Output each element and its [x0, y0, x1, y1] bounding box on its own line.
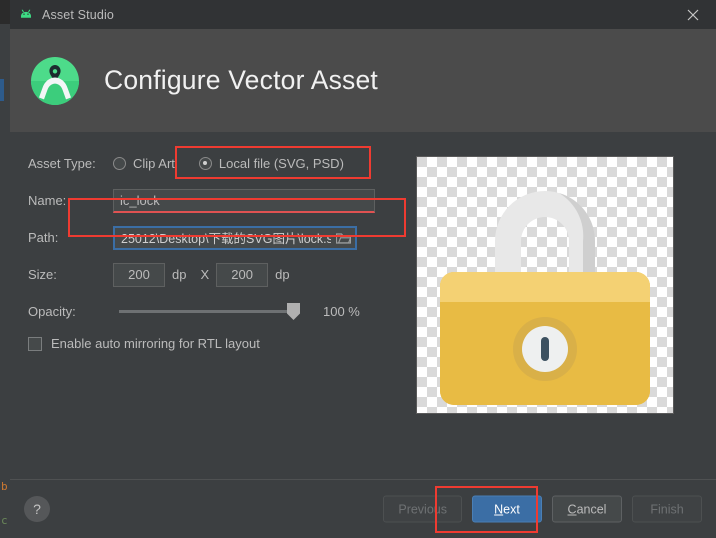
size-width-unit: dp — [172, 267, 186, 282]
page-title: Configure Vector Asset — [104, 65, 378, 96]
previous-button-label: Previous — [398, 502, 447, 516]
path-row: Path: 25012\Desktop\下载的SVG图片\lock.svg — [28, 225, 393, 250]
opacity-row: Opacity: 100 % — [28, 299, 393, 324]
android-studio-logo — [28, 54, 82, 108]
padlock-icon — [417, 157, 673, 413]
folder-icon[interactable] — [336, 231, 351, 244]
dialog-title-text: Asset Studio — [42, 8, 114, 22]
asset-type-label: Asset Type: — [28, 156, 113, 171]
name-label: Name: — [28, 193, 113, 208]
dialog-title-bar: Asset Studio — [10, 0, 716, 29]
radio-clip-art-label: Clip Art — [133, 156, 175, 171]
name-row: Name: ic_lock — [28, 188, 393, 213]
ide-code-fragment: b — [1, 481, 8, 493]
ide-rail-accent-marker — [0, 79, 4, 101]
opacity-value-label: 100 % — [323, 304, 360, 319]
close-icon[interactable] — [670, 0, 716, 29]
size-separator: X — [200, 267, 209, 282]
mirroring-row[interactable]: Enable auto mirroring for RTL layout — [28, 336, 393, 351]
size-height-input[interactable]: 200 — [216, 263, 268, 287]
radio-local-file[interactable]: Local file (SVG, PSD) — [199, 156, 344, 171]
android-icon — [18, 7, 34, 23]
ide-left-rail — [0, 24, 10, 538]
size-width-input[interactable]: 200 — [113, 263, 165, 287]
footer-button-group: Previous Next Cancel Finish — [383, 496, 702, 523]
dialog-body: Asset Type: Clip Art Local file (SVG, PS… — [10, 132, 716, 479]
size-height-value: 200 — [231, 267, 253, 282]
dialog-footer: ? Previous Next Cancel Finish — [10, 479, 716, 538]
finish-button-label: Finish — [650, 502, 683, 516]
path-label: Path: — [28, 230, 113, 245]
vector-preview-panel — [416, 156, 674, 414]
size-row: Size: 200 dp X 200 dp — [28, 262, 393, 287]
opacity-slider[interactable] — [119, 310, 295, 313]
radio-circle-selected-icon — [199, 157, 212, 170]
path-input-value: 25012\Desktop\下载的SVG图片\lock.svg — [121, 228, 331, 247]
asset-form: Asset Type: Clip Art Local file (SVG, PS… — [28, 151, 393, 351]
name-input[interactable]: ic_lock — [113, 189, 375, 213]
cancel-button-label: Cancel — [568, 502, 607, 516]
asset-studio-dialog: Asset Studio Configure Vector Asset Asse… — [10, 0, 716, 538]
path-input[interactable]: 25012\Desktop\下载的SVG图片\lock.svg — [113, 226, 357, 250]
mirroring-label: Enable auto mirroring for RTL layout — [51, 336, 260, 351]
asset-type-row: Asset Type: Clip Art Local file (SVG, PS… — [28, 151, 393, 176]
previous-button[interactable]: Previous — [383, 496, 462, 523]
radio-clip-art[interactable]: Clip Art — [113, 156, 175, 171]
radio-circle-icon — [113, 157, 126, 170]
mirroring-checkbox[interactable] — [28, 337, 42, 351]
size-label: Size: — [28, 267, 113, 282]
radio-local-file-label: Local file (SVG, PSD) — [219, 156, 344, 171]
help-button[interactable]: ? — [24, 496, 50, 522]
name-input-value: ic_lock — [120, 193, 160, 208]
cancel-button[interactable]: Cancel — [552, 496, 622, 523]
opacity-slider-thumb[interactable] — [287, 303, 300, 320]
dialog-header-banner: Configure Vector Asset — [10, 29, 716, 132]
next-button[interactable]: Next — [472, 496, 542, 523]
size-width-value: 200 — [128, 267, 150, 282]
next-button-label: Next — [494, 502, 520, 516]
finish-button[interactable]: Finish — [632, 496, 702, 523]
size-height-unit: dp — [275, 267, 289, 282]
opacity-label: Opacity: — [28, 304, 113, 319]
